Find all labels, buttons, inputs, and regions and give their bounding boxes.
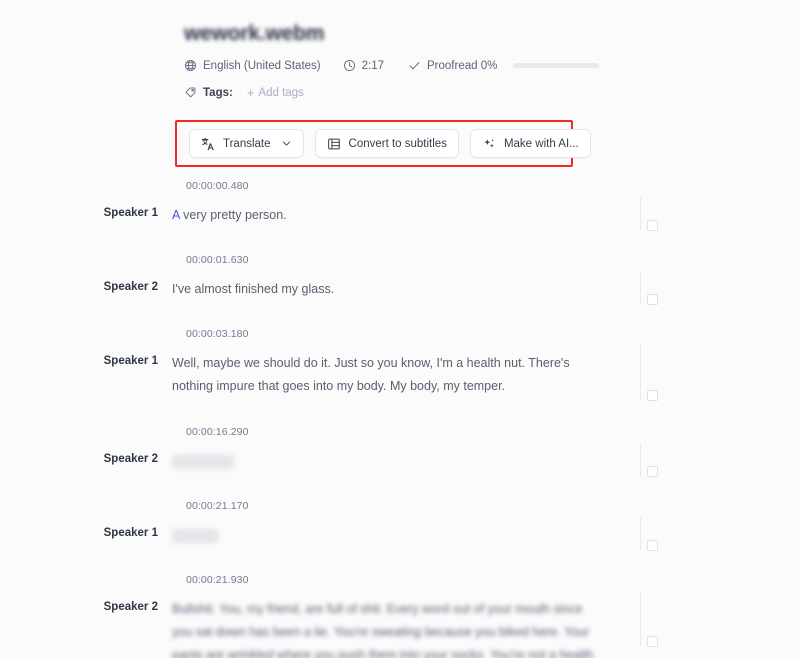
- segment-spacer: [0, 398, 800, 426]
- utterance-text[interactable]: [172, 450, 602, 473]
- file-meta-row: English (United States) 2:17 Proofread 0…: [184, 59, 684, 72]
- segment-spacer: [0, 227, 800, 254]
- transcript-segment: 00:00:03.180 Speaker 1 Well, maybe we shou…: [0, 328, 800, 401]
- segment-side-controls: [640, 271, 658, 305]
- segment-checkbox-wrap: [641, 271, 658, 305]
- tags-label: Tags:: [203, 86, 233, 99]
- language-label: English (United States): [203, 59, 321, 72]
- segment-side-controls: [640, 345, 658, 401]
- transcript-segment: 00:00:00.480 Speaker 1A very pretty perso…: [0, 180, 800, 231]
- segment-checkbox[interactable]: [647, 294, 658, 305]
- tags-row: Tags: + Add tags: [184, 86, 684, 99]
- segment-spacer: [0, 301, 800, 328]
- segment-timestamp[interactable]: 00:00:01.630: [186, 254, 800, 266]
- duration-meta: 2:17: [343, 59, 384, 72]
- globe-icon: [184, 59, 197, 72]
- translate-icon: [201, 137, 215, 151]
- segment-side-controls: [640, 591, 658, 647]
- transcript-editor-page: wework.webm English (United States) 2:17…: [0, 0, 800, 658]
- utterance-text[interactable]: A very pretty person.: [172, 204, 602, 227]
- tag-icon: [184, 86, 197, 99]
- segment-side-controls: [640, 517, 658, 551]
- segment-checkbox-wrap: [641, 197, 658, 231]
- proofread-progress-bar: [513, 63, 600, 68]
- segment-spacer: [0, 473, 800, 500]
- proofread-meta[interactable]: Proofread 0%: [408, 59, 600, 72]
- caret-word: A: [172, 208, 180, 222]
- segment-checkbox-wrap: [641, 443, 658, 477]
- chevron-down-icon[interactable]: [281, 138, 292, 149]
- transcript-segment: 00:00:01.630 Speaker 2 I've almost finishe…: [0, 254, 800, 305]
- segment-checkbox[interactable]: [647, 220, 658, 231]
- redacted-text-bar: [172, 454, 234, 469]
- transcript-list: 00:00:00.480 Speaker 1A very pretty perso…: [0, 180, 800, 658]
- segment-body: Speaker 2 I've almost finished my glass.: [0, 271, 800, 305]
- segment-body: Speaker 1 Well, maybe we should do it. Ju…: [0, 345, 800, 401]
- speaker-label[interactable]: Speaker 1: [0, 524, 172, 547]
- segment-checkbox-wrap: [641, 345, 658, 401]
- utterance-text[interactable]: Bullshit. You, my friend, are full of sh…: [172, 598, 602, 658]
- subtitles-icon: [327, 137, 341, 151]
- segment-body: Speaker 1: [0, 517, 800, 551]
- segment-side-controls: [640, 443, 658, 477]
- proofread-label: Proofread 0%: [427, 59, 498, 72]
- segment-checkbox[interactable]: [647, 466, 658, 477]
- segment-checkbox[interactable]: [647, 390, 658, 401]
- language-meta[interactable]: English (United States): [184, 59, 321, 72]
- segment-timestamp[interactable]: 00:00:21.930: [186, 574, 800, 586]
- file-header: wework.webm English (United States) 2:17…: [184, 22, 684, 99]
- plus-icon: +: [246, 85, 255, 100]
- segment-side-controls: [640, 197, 658, 231]
- redacted-text-bar: [172, 528, 218, 543]
- speaker-label[interactable]: Speaker 1: [0, 204, 172, 227]
- speaker-label[interactable]: Speaker 2: [0, 598, 172, 658]
- segment-checkbox-wrap: [641, 591, 658, 647]
- translate-label: Translate: [223, 137, 271, 150]
- segment-timestamp[interactable]: 00:00:21.170: [186, 500, 800, 512]
- utterance-text[interactable]: I've almost finished my glass.: [172, 278, 602, 301]
- transcript-segment: 00:00:21.170 Speaker 1: [0, 500, 800, 551]
- utterance-text[interactable]: Well, maybe we should do it. Just so you…: [172, 352, 602, 398]
- segment-spacer: [0, 547, 800, 574]
- convert-to-subtitles-button[interactable]: Convert to subtitles: [314, 129, 459, 158]
- clock-icon: [343, 59, 356, 72]
- segment-body: Speaker 1A very pretty person.: [0, 197, 800, 231]
- check-icon: [408, 59, 421, 72]
- segment-body: Speaker 2 Bullshit. You, my friend, are f…: [0, 591, 800, 658]
- duration-label: 2:17: [361, 59, 385, 72]
- make-with-ai-label: Make with AI...: [503, 137, 579, 150]
- segment-timestamp[interactable]: 00:00:16.290: [186, 426, 800, 438]
- speaker-label[interactable]: Speaker 2: [0, 278, 172, 301]
- segment-timestamp[interactable]: 00:00:00.480: [186, 180, 800, 192]
- segment-body: Speaker 2: [0, 443, 800, 477]
- transcript-segment: 00:00:16.290 Speaker 2: [0, 426, 800, 477]
- transcript-segment: 00:00:21.930 Speaker 2 Bullshit. You, my f…: [0, 574, 800, 658]
- utterance-body: I've almost finished my glass.: [172, 282, 335, 296]
- segment-checkbox[interactable]: [647, 636, 658, 647]
- action-toolbar: Translate Convert to subtitles Make with…: [189, 129, 591, 158]
- convert-to-subtitles-label: Convert to subtitles: [348, 137, 447, 150]
- segment-checkbox[interactable]: [647, 540, 658, 551]
- utterance-body: Bullshit. You, my friend, are full of sh…: [172, 602, 594, 658]
- sparkle-icon: [482, 137, 496, 151]
- translate-button[interactable]: Translate: [189, 129, 304, 158]
- add-tags-button[interactable]: + Add tags: [247, 86, 304, 99]
- speaker-label[interactable]: Speaker 2: [0, 450, 172, 473]
- page-title: wework.webm: [184, 22, 325, 45]
- add-tags-label: Add tags: [258, 86, 304, 99]
- utterance-body: very pretty person.: [179, 208, 287, 222]
- segment-timestamp[interactable]: 00:00:03.180: [186, 328, 800, 340]
- utterance-body: Well, maybe we should do it. Just so you…: [172, 356, 570, 393]
- segment-checkbox-wrap: [641, 517, 658, 551]
- speaker-label[interactable]: Speaker 1: [0, 352, 172, 398]
- make-with-ai-button[interactable]: Make with AI...: [469, 129, 591, 158]
- utterance-text[interactable]: [172, 524, 602, 547]
